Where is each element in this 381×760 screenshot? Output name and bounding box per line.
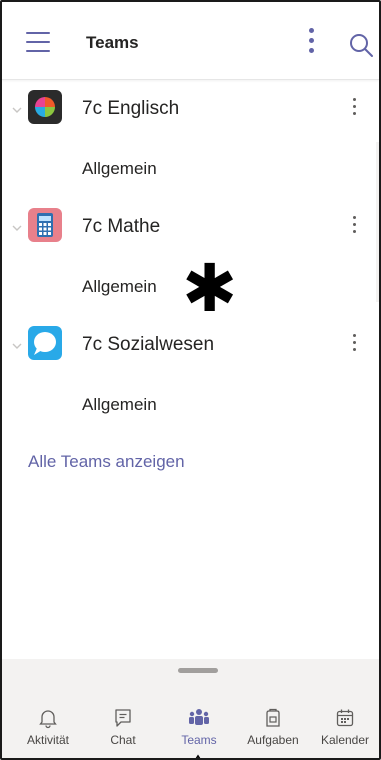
- search-icon[interactable]: [348, 32, 374, 58]
- speech-bubble-icon: [28, 326, 62, 360]
- nav-calendar[interactable]: Kalender: [307, 699, 379, 758]
- teams-icon: [189, 709, 209, 725]
- nav-chat[interactable]: Chat: [85, 699, 161, 758]
- channel-item[interactable]: Allgemein: [82, 395, 157, 415]
- nav-label: Aktivität: [26, 733, 69, 747]
- more-options-icon[interactable]: [349, 98, 359, 122]
- more-vertical-icon[interactable]: [306, 28, 316, 58]
- all-teams-link[interactable]: Alle Teams anzeigen: [28, 452, 185, 472]
- caret-up-icon: [195, 754, 201, 758]
- team-row[interactable]: 7c Sozialwesen: [2, 322, 379, 382]
- chevron-down-icon[interactable]: [11, 222, 23, 234]
- app-window: Teams 7c Englisch Allgemein 7c Mathe All…: [0, 0, 381, 760]
- channel-item[interactable]: Allgemein: [82, 159, 157, 179]
- more-options-icon[interactable]: [349, 216, 359, 240]
- nav-label: Teams: [181, 733, 217, 747]
- chat-icon: [115, 709, 131, 727]
- calendar-icon: [336, 709, 354, 727]
- nav-activity[interactable]: Aktivität: [10, 699, 86, 758]
- nav-teams[interactable]: Teams: [161, 699, 237, 758]
- hamburger-icon[interactable]: [26, 32, 50, 54]
- nav-assignments[interactable]: Aufgaben: [235, 699, 311, 758]
- team-name[interactable]: 7c Sozialwesen: [82, 334, 214, 356]
- page-title: Teams: [86, 33, 139, 52]
- team-name[interactable]: 7c Mathe: [82, 216, 160, 238]
- annotation-marker: ✱: [182, 250, 238, 327]
- channel-item[interactable]: Allgemein: [82, 277, 157, 297]
- bell-icon: [39, 710, 57, 729]
- team-row[interactable]: 7c Englisch: [2, 86, 379, 146]
- pie-chart-icon: [28, 90, 62, 124]
- chevron-down-icon[interactable]: [11, 104, 23, 116]
- scrollbar[interactable]: [376, 142, 379, 302]
- drawer-handle[interactable]: [178, 668, 218, 673]
- assignments-icon: [266, 708, 280, 727]
- nav-label: Aufgaben: [247, 733, 299, 747]
- nav-label: Kalender: [320, 733, 370, 747]
- more-options-icon[interactable]: [349, 334, 359, 358]
- team-name[interactable]: 7c Englisch: [82, 98, 179, 120]
- app-header: Teams: [2, 2, 379, 80]
- chevron-down-icon[interactable]: [11, 340, 23, 352]
- bottom-navigation: Aktivität Chat Teams Aufgaben Kalender: [2, 659, 379, 758]
- calculator-icon: [28, 208, 62, 242]
- nav-label: Chat: [110, 733, 136, 747]
